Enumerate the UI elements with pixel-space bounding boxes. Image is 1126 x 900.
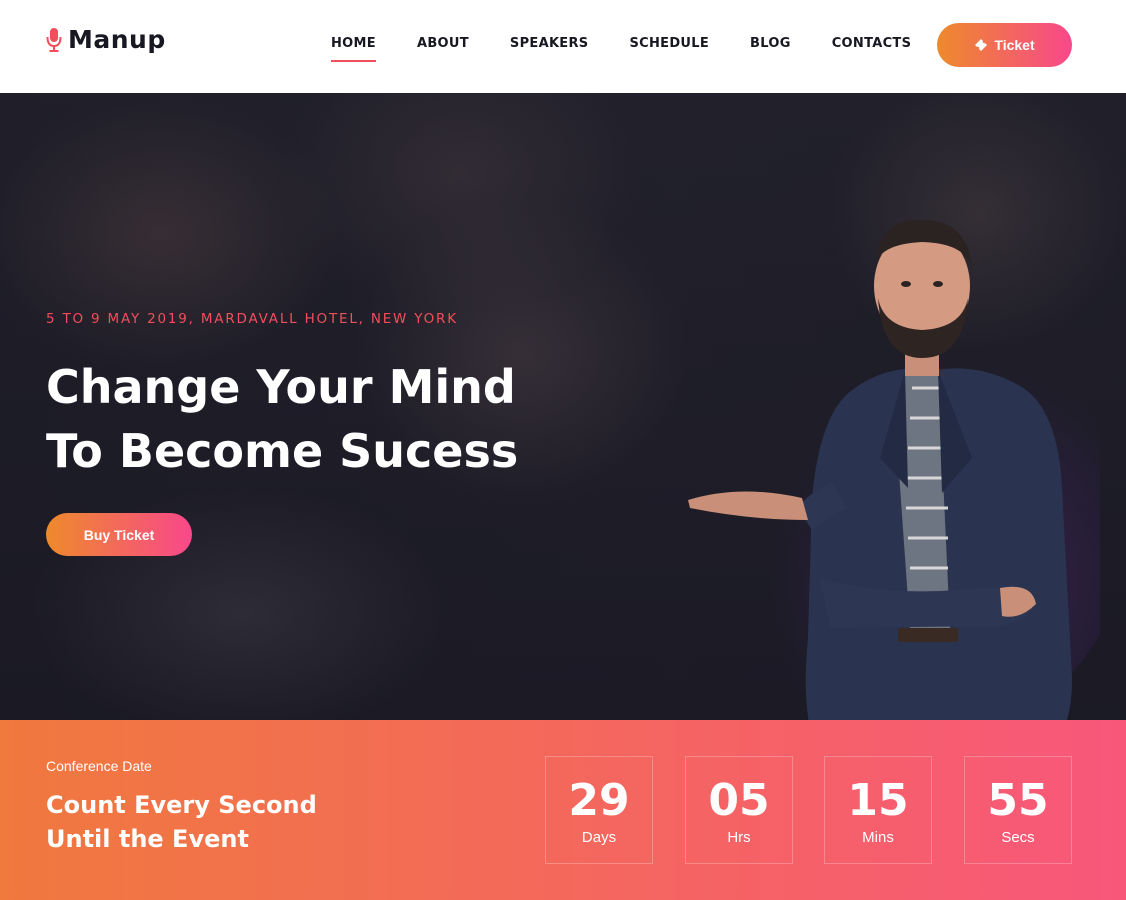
hero-title-line-1: Change Your Mind	[46, 360, 516, 414]
conference-date-label: Conference Date	[46, 758, 152, 774]
hero-title-line-2: To Become Sucess	[46, 424, 519, 478]
countdown-title-line-2: Until the Event	[46, 825, 249, 853]
nav-item-speakers[interactable]: SPEAKERS	[510, 36, 589, 62]
ticket-icon	[975, 39, 988, 51]
countdown-minutes: 15 Mins	[824, 756, 932, 864]
countdown-title: Count Every Second Until the Event	[46, 788, 366, 856]
hero-section: 5 TO 9 MAY 2019, MARDAVALL HOTEL, NEW YO…	[0, 93, 1126, 720]
ticket-button-label: Ticket	[994, 37, 1035, 53]
countdown-value: 55	[987, 775, 1049, 826]
countdown-value: 05	[708, 775, 770, 826]
nav-item-schedule[interactable]: SCHEDULE	[629, 36, 709, 62]
nav-item-contacts[interactable]: CONTACTS	[832, 36, 912, 62]
countdown-unit: Mins	[862, 829, 894, 846]
event-date-location: 5 TO 9 MAY 2019, MARDAVALL HOTEL, NEW YO…	[46, 311, 458, 327]
countdown-unit: Secs	[1001, 829, 1035, 846]
ticket-button[interactable]: Ticket	[937, 23, 1072, 67]
speaker-image	[688, 219, 1100, 720]
countdown-seconds: 55 Secs	[964, 756, 1072, 864]
nav-item-blog[interactable]: BLOG	[750, 36, 791, 62]
main-nav: HOME ABOUT SPEAKERS SCHEDULE BLOG CONTAC…	[331, 36, 911, 62]
site-header: Manup HOME ABOUT SPEAKERS SCHEDULE BLOG …	[0, 0, 1126, 93]
buy-ticket-button[interactable]: Buy Ticket	[46, 513, 192, 556]
hero-title: Change Your Mind To Become Sucess	[46, 355, 606, 483]
countdown-unit: Hrs	[727, 829, 751, 846]
countdown-value: 15	[847, 775, 909, 826]
nav-item-about[interactable]: ABOUT	[417, 36, 469, 62]
countdown-days: 29 Days	[545, 756, 653, 864]
countdown-value: 29	[568, 775, 630, 826]
logo[interactable]: Manup	[46, 25, 166, 54]
countdown-section: Conference Date Count Every Second Until…	[0, 720, 1126, 900]
countdown-hours: 05 Hrs	[685, 756, 793, 864]
countdown-title-line-1: Count Every Second	[46, 791, 317, 819]
countdown-unit: Days	[581, 829, 617, 846]
microphone-icon	[46, 27, 62, 52]
brand-name: Manup	[68, 25, 166, 54]
nav-item-home[interactable]: HOME	[331, 36, 376, 62]
